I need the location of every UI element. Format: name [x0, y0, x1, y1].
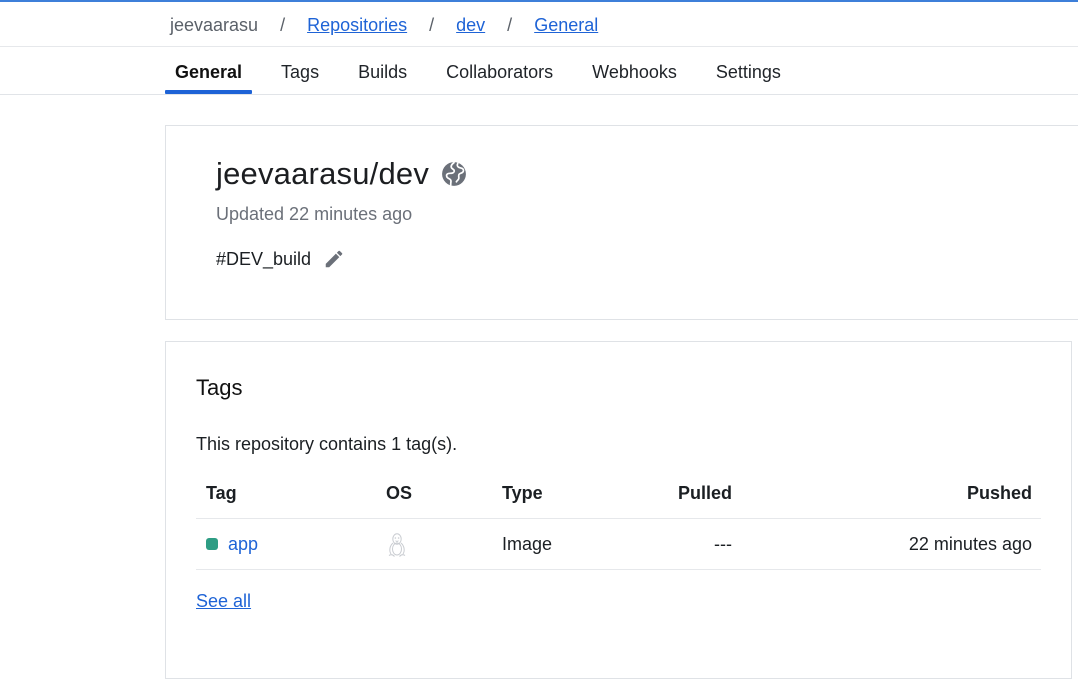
breadcrumb-repositories-link[interactable]: Repositories: [307, 15, 407, 36]
repo-tabs: General Tags Builds Collaborators Webhoo…: [165, 50, 810, 94]
repo-description: #DEV_build: [216, 248, 312, 269]
globe-icon: [441, 161, 467, 187]
breadcrumb-user: jeevaarasu: [170, 14, 259, 35]
column-header-os: OS: [386, 483, 413, 503]
tags-table: Tag OS Type Pulled Pushed app Image --- …: [196, 468, 1041, 570]
column-header-pushed: Pushed: [966, 483, 1032, 503]
tags-heading: Tags: [196, 375, 243, 400]
tab-settings[interactable]: Settings: [706, 50, 791, 94]
breadcrumb: jeevaarasu / Repositories / dev / Genera…: [170, 13, 598, 37]
top-accent-bar: [0, 0, 1078, 2]
type-cell: Image: [502, 534, 553, 554]
repo-title-row: jeevaarasu/dev: [216, 156, 467, 192]
table-row: app Image --- 22 minutes ago: [196, 519, 1041, 570]
repo-description-row: #DEV_build: [216, 248, 345, 270]
pencil-icon[interactable]: [323, 248, 345, 270]
breadcrumb-separator: /: [280, 14, 286, 35]
header-divider: [0, 46, 1078, 47]
tab-tags[interactable]: Tags: [271, 50, 329, 94]
breadcrumb-current-link[interactable]: General: [534, 15, 598, 36]
tab-collaborators[interactable]: Collaborators: [436, 50, 563, 94]
column-header-tag: Tag: [206, 483, 237, 503]
column-header-pulled: Pulled: [677, 483, 732, 503]
pushed-cell: 22 minutes ago: [908, 534, 1032, 554]
tag-status-dot: [206, 538, 218, 550]
linux-icon: [386, 532, 408, 558]
repo-info-card: jeevaarasu/dev Updated 22 minutes ago #D…: [165, 125, 1078, 320]
breadcrumb-separator: /: [429, 14, 435, 35]
tags-summary: This repository contains 1 tag(s).: [196, 434, 458, 454]
tag-name-text: app: [228, 534, 259, 554]
see-all-link[interactable]: See all: [196, 591, 251, 612]
tags-card: Tags This repository contains 1 tag(s). …: [165, 341, 1072, 679]
tab-builds[interactable]: Builds: [348, 50, 417, 94]
column-header-type: Type: [502, 483, 543, 503]
table-header-row: Tag OS Type Pulled Pushed: [196, 468, 1041, 519]
pulled-cell: ---: [714, 534, 732, 554]
breadcrumb-repo-link[interactable]: dev: [456, 15, 485, 36]
tag-cell: app: [206, 519, 258, 569]
tab-general[interactable]: General: [165, 50, 253, 94]
repo-title: jeevaarasu/dev: [216, 156, 430, 191]
tag-link[interactable]: app: [206, 519, 258, 569]
repo-updated-text: Updated 22 minutes ago: [216, 204, 413, 224]
tab-webhooks[interactable]: Webhooks: [582, 50, 687, 94]
breadcrumb-separator: /: [507, 14, 513, 35]
tabs-divider: [0, 94, 1078, 95]
